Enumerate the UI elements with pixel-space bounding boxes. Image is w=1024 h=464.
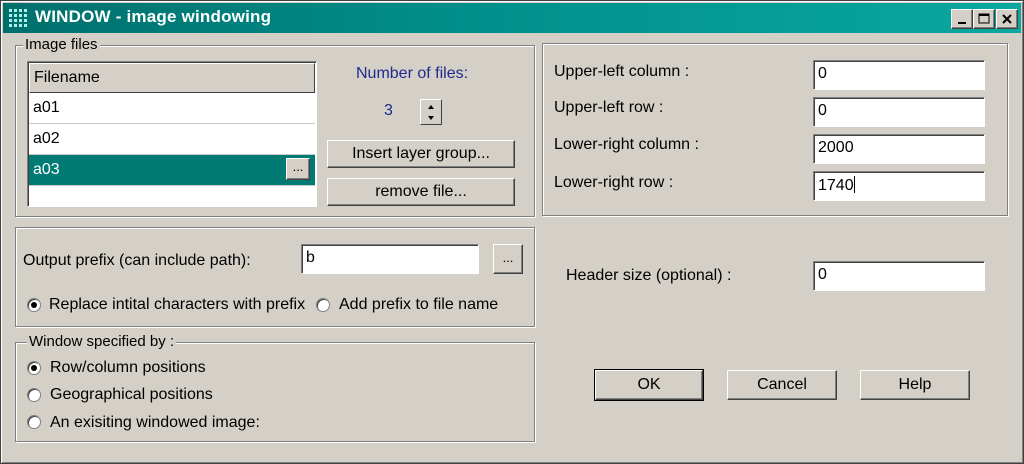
header-size-label: Header size (optional) : — [566, 267, 732, 284]
title-bar[interactable]: WINDOW - image windowing — [3, 3, 1021, 33]
minimize-button[interactable] — [951, 9, 973, 29]
text-cursor — [853, 176, 855, 193]
geographical-radio[interactable] — [27, 388, 41, 402]
maximize-button[interactable] — [973, 9, 995, 29]
lower-right-row-label: Lower-right row : — [554, 174, 674, 191]
list-item[interactable]: a02 — [29, 124, 315, 155]
dialog-window: WINDOW - image windowing Image files Fil… — [0, 0, 1024, 464]
spin-down-icon[interactable] — [421, 112, 441, 124]
header-size-input[interactable]: 0 — [813, 261, 985, 291]
window-specified-legend: Window specified by : — [27, 333, 177, 350]
list-item[interactable]: a01 — [29, 93, 315, 124]
row-browse-button[interactable]: ... — [286, 158, 310, 180]
lower-right-column-label: Lower-right column : — [554, 136, 699, 153]
upper-left-column-input[interactable]: 0 — [813, 60, 985, 90]
help-button[interactable]: Help — [860, 370, 970, 400]
file-list[interactable]: Filename a01 a02 a03 ... — [27, 61, 317, 207]
lower-right-row-input[interactable]: 1740 — [813, 171, 985, 201]
app-grid-icon — [9, 9, 29, 27]
insert-layer-group-button[interactable]: Insert layer group... — [327, 140, 515, 168]
file-name: a01 — [33, 99, 60, 116]
number-of-files-label: Number of files: — [356, 65, 469, 82]
row-column-label[interactable]: Row/column positions — [50, 359, 206, 377]
row-column-radio[interactable] — [27, 361, 41, 375]
lower-right-row-value: 1740 — [818, 177, 854, 194]
upper-left-row-input[interactable]: 0 — [813, 97, 985, 127]
existing-image-label[interactable]: An exisiting windowed image: — [50, 414, 260, 432]
add-prefix-label[interactable]: Add prefix to file name — [339, 296, 498, 314]
file-name: a03 — [33, 161, 60, 178]
remove-file-button[interactable]: remove file... — [327, 178, 515, 206]
upper-left-column-label: Upper-left column : — [554, 63, 690, 80]
existing-image-radio[interactable] — [27, 415, 41, 429]
output-prefix-label: Output prefix (can include path): — [23, 252, 251, 269]
filename-column-header[interactable]: Filename — [29, 63, 315, 93]
number-of-files-spinner[interactable] — [420, 99, 442, 125]
upper-left-row-label: Upper-left row : — [554, 99, 664, 116]
output-prefix-input[interactable]: b — [301, 244, 479, 274]
spin-up-icon[interactable] — [421, 100, 441, 112]
add-prefix-radio[interactable] — [316, 298, 330, 312]
image-files-legend: Image files — [23, 36, 100, 53]
output-browse-button[interactable]: ... — [493, 244, 523, 274]
lower-right-column-input[interactable]: 2000 — [813, 134, 985, 164]
replace-prefix-label[interactable]: Replace intital characters with prefix — [49, 296, 305, 314]
geographical-label[interactable]: Geographical positions — [50, 386, 213, 404]
cancel-button[interactable]: Cancel — [727, 370, 837, 400]
close-button[interactable] — [996, 9, 1018, 29]
ok-button[interactable]: OK — [594, 369, 704, 401]
list-item-selected[interactable]: a03 ... — [29, 155, 315, 186]
replace-prefix-radio[interactable] — [27, 298, 41, 312]
file-name: a02 — [33, 130, 60, 147]
number-of-files-value: 3 — [384, 102, 393, 119]
window-title: WINDOW - image windowing — [35, 7, 272, 26]
